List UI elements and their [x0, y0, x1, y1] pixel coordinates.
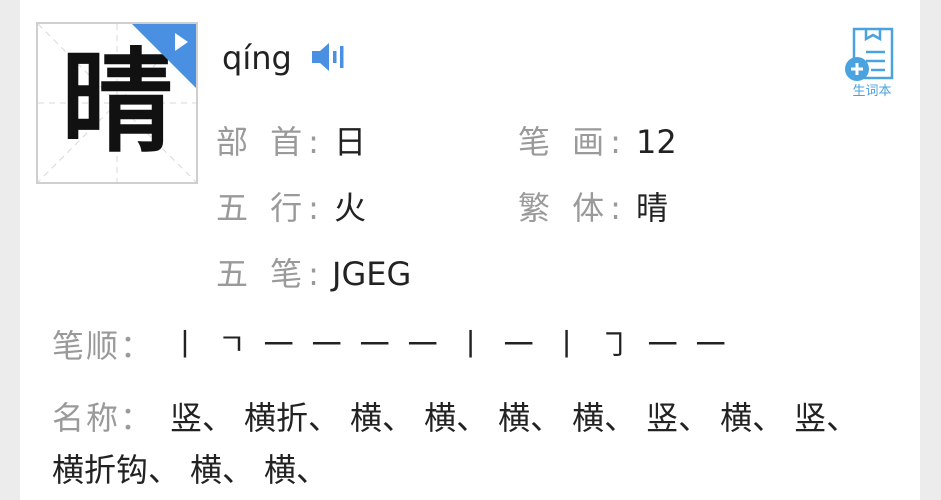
stroke-item: 一 [407, 328, 438, 363]
wuxing-value: 火 [334, 189, 367, 227]
notebook-add-icon [845, 27, 894, 81]
stroke-name-item: 横、 [498, 399, 563, 437]
stroke-item: 一 [695, 328, 726, 363]
stroke-item: 丨 [170, 328, 200, 363]
stroke-name-item: 横折钩、 [52, 451, 181, 489]
pinyin-text: qíng [222, 39, 292, 77]
stroke-item: ㇆ [599, 328, 630, 363]
traditional-label: 繁 体: [518, 189, 627, 227]
stroke-item: 一 [647, 328, 678, 363]
stroke-name-item: 竖、 [646, 399, 711, 437]
stroke-name-item: 横折、 [244, 399, 341, 437]
stroke-item: 一 [359, 328, 390, 363]
wubi-value: JGEG [332, 255, 412, 293]
stroke-name-item: 横、 [350, 399, 415, 437]
stroke-name-item: 竖、 [794, 399, 859, 437]
traditional-value: 晴 [636, 189, 669, 227]
stroke-item: 丨 [551, 328, 582, 363]
stroke-name-item: 竖、 [170, 399, 235, 437]
stroke-names-block: 名称： 竖、 横折、 横、 横、 横、 横、 竖、 横、 竖、 横折钩、 横、 横、 [52, 392, 902, 496]
stroke-name-item: 横、 [424, 399, 489, 437]
stroke-item: 丨 [455, 328, 486, 363]
stroke-item: 一 [263, 328, 294, 363]
vocab-button-label: 生词本 [852, 84, 892, 99]
stroke-name-item: 横、 [190, 451, 255, 489]
radical-value: 日 [334, 123, 367, 161]
stroke-name-item: 横、 [572, 399, 637, 437]
wubi-label: 五 笔: [216, 255, 325, 293]
stroke-names-label: 名称： [52, 399, 155, 437]
stroke-item: 一 [503, 328, 534, 363]
strokes-count-label: 笔 画: [518, 123, 627, 161]
stroke-name-item: 横、 [720, 399, 785, 437]
play-icon[interactable] [175, 33, 188, 51]
character-card: 晴 qíng 生词本 部 首: 日 笔 画: 12 五 行: 火 繁 体: 晴 … [20, 0, 920, 500]
strokes-count-value: 12 [636, 123, 677, 161]
stroke-name-item: 横、 [264, 451, 329, 489]
stroke-order-list: 丨 ㄱ 一 一 一 一 丨 一 丨 ㇆ 一 一 [170, 326, 744, 366]
character-writing-box[interactable]: 晴 [36, 22, 198, 184]
radical-label: 部 首: [216, 123, 325, 161]
stroke-item: 一 [311, 328, 342, 363]
speaker-icon[interactable] [310, 40, 346, 74]
wuxing-label: 五 行: [216, 189, 325, 227]
add-to-vocabulary-button[interactable]: 生词本 [844, 26, 900, 106]
stroke-item: ㄱ [218, 328, 246, 363]
stroke-order-label: 笔顺： [52, 327, 155, 365]
